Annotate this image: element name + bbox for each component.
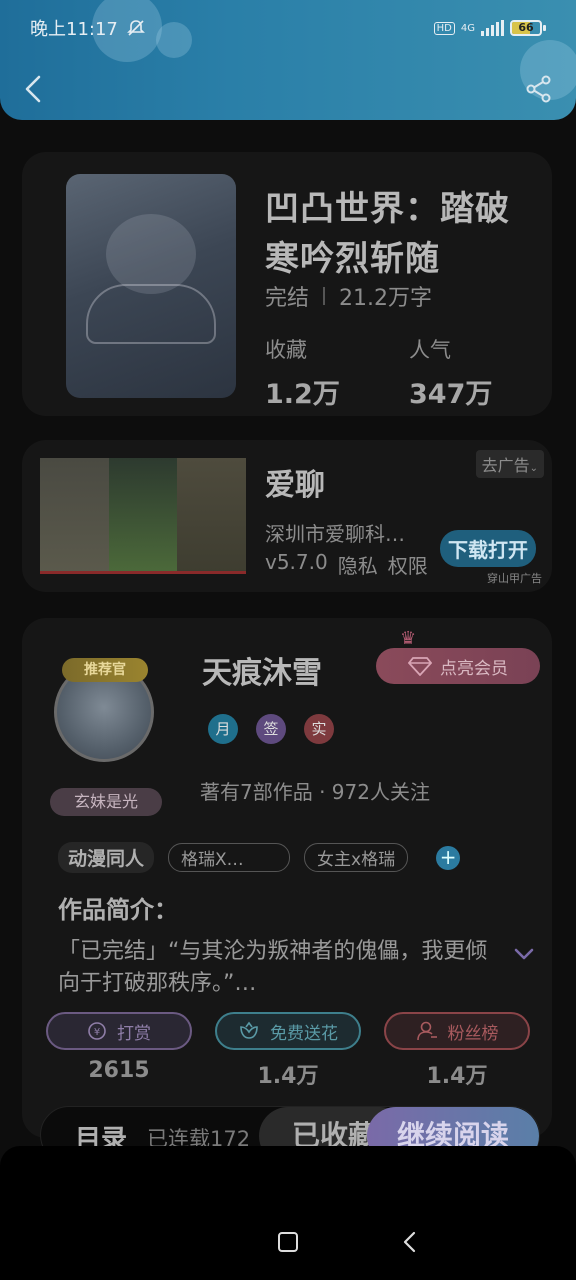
status-time: 晚上11:17 bbox=[30, 19, 118, 40]
crown-icon: ♛ bbox=[400, 628, 417, 649]
system-nav-bar bbox=[0, 1146, 576, 1280]
diamond-icon bbox=[408, 657, 432, 676]
ad-permissions-link[interactable]: 权限 bbox=[388, 550, 428, 579]
send-flower-button[interactable]: 免费送花 bbox=[215, 1012, 361, 1050]
mute-bell-icon bbox=[126, 20, 145, 36]
ad-image[interactable] bbox=[40, 458, 246, 574]
intro-text[interactable]: 「已完结」“与其沦为叛神者的傀儡，我更倾向于打破那秩序。”… bbox=[58, 936, 498, 1000]
favorites-label: 收藏 bbox=[265, 338, 307, 362]
fans-ranking-button[interactable]: 粉丝榜 bbox=[384, 1012, 530, 1050]
monthly-badge-icon[interactable]: 月 bbox=[208, 714, 238, 744]
intro-heading: 作品简介： bbox=[58, 896, 178, 924]
share-button[interactable] bbox=[524, 74, 554, 104]
favorites-value: 1.2万 bbox=[265, 379, 340, 410]
book-status: 完结 bbox=[265, 286, 310, 311]
recommend-badge: 推荐官 bbox=[62, 658, 148, 682]
svg-text:¥: ¥ bbox=[94, 1027, 100, 1038]
fans-count: 1.4万 bbox=[426, 1064, 488, 1089]
reward-button[interactable]: ¥ 打赏 bbox=[46, 1012, 192, 1050]
book-title: 凹凸世界：踏破寒吟烈斩随 bbox=[265, 189, 510, 279]
reward-count: 2615 bbox=[88, 1058, 150, 1083]
chevron-down-icon[interactable] bbox=[512, 944, 536, 964]
yen-coin-icon: ¥ bbox=[88, 1022, 106, 1040]
vip-label: 点亮会员 bbox=[440, 658, 508, 679]
popularity-label: 人气 bbox=[409, 338, 451, 362]
hd-icon: HD bbox=[433, 21, 455, 35]
author-avatar[interactable]: 推荐官 bbox=[50, 654, 160, 764]
signed-badge-icon[interactable]: 签 bbox=[256, 714, 286, 744]
author-card: 推荐官 玄妹是光 天痕沐雪 ♛ 点亮会员 月 签 实 著有7部作品 · 972人… bbox=[22, 618, 552, 1138]
book-meta: 完结 21.2万字 bbox=[265, 280, 432, 312]
tag-category[interactable]: 动漫同人 bbox=[58, 842, 155, 873]
action-counts: 2615 1.4万 1.4万 bbox=[46, 1058, 530, 1090]
send-flower-label: 免费送花 bbox=[270, 1023, 338, 1044]
ad-card[interactable]: 爱聊 深圳市爱聊科… v5.7.0 隐私 权限 去广告⌄ 下载打开 穿山甲广告 bbox=[22, 440, 552, 592]
share-icon bbox=[526, 75, 551, 103]
book-info-card: 凹凸世界：踏破寒吟烈斩随 完结 21.2万字 收藏 1.2万 人气 347万 bbox=[22, 152, 552, 416]
flower-icon bbox=[240, 1021, 258, 1039]
status-bar: 晚上11:17 HD 4G 66 bbox=[0, 0, 576, 56]
tag-item[interactable]: 格瑞X… bbox=[168, 843, 291, 872]
remove-ad-label: 去广告 bbox=[481, 456, 530, 475]
reward-label: 打赏 bbox=[117, 1023, 151, 1044]
author-badges: 月 签 实 bbox=[208, 714, 334, 744]
book-cover[interactable] bbox=[66, 174, 236, 398]
fans-ranking-label: 粉丝榜 bbox=[447, 1023, 499, 1044]
chevron-down-icon: ⌄ bbox=[529, 463, 538, 474]
ad-version: v5.7.0 bbox=[265, 550, 328, 574]
tag-row: 动漫同人 格瑞X… 女主x格瑞 + bbox=[58, 842, 461, 873]
battery-icon: 66 bbox=[510, 20, 546, 36]
author-name[interactable]: 天痕沐雪 bbox=[202, 648, 322, 692]
popularity-value: 347万 bbox=[409, 379, 493, 410]
author-stats: 著有7部作品 · 972人关注 bbox=[200, 780, 430, 804]
remove-ad-button[interactable]: 去广告⌄ bbox=[475, 450, 544, 478]
user-icon bbox=[416, 1021, 437, 1041]
home-square-icon[interactable] bbox=[278, 1232, 298, 1252]
ad-version-row: v5.7.0 隐私 权限 bbox=[265, 550, 428, 579]
back-button[interactable] bbox=[20, 72, 46, 106]
ad-source: 穿山甲广告 bbox=[487, 572, 542, 585]
chevron-left-icon bbox=[25, 75, 41, 103]
fan-name-badge[interactable]: 玄妹是光 bbox=[50, 788, 162, 816]
ad-download-button[interactable]: 下载打开 bbox=[440, 530, 536, 567]
ad-company: 深圳市爱聊科… bbox=[265, 522, 405, 546]
back-triangle-icon[interactable] bbox=[400, 1230, 420, 1254]
ad-title: 爱聊 bbox=[265, 468, 325, 503]
verified-badge-icon[interactable]: 实 bbox=[304, 714, 334, 744]
tag-item[interactable]: 女主x格瑞 bbox=[304, 843, 409, 872]
add-tag-icon[interactable]: + bbox=[436, 845, 461, 870]
battery-level: 66 bbox=[518, 21, 534, 34]
signal-icon bbox=[481, 20, 504, 36]
action-row: ¥ 打赏 免费送花 粉丝榜 bbox=[46, 1012, 530, 1050]
network-label: 4G bbox=[460, 22, 475, 34]
ad-privacy-link[interactable]: 隐私 bbox=[338, 550, 378, 579]
flower-count: 1.4万 bbox=[257, 1064, 319, 1089]
book-word-count: 21.2万字 bbox=[339, 286, 433, 311]
vip-button[interactable]: 点亮会员 bbox=[376, 648, 540, 684]
